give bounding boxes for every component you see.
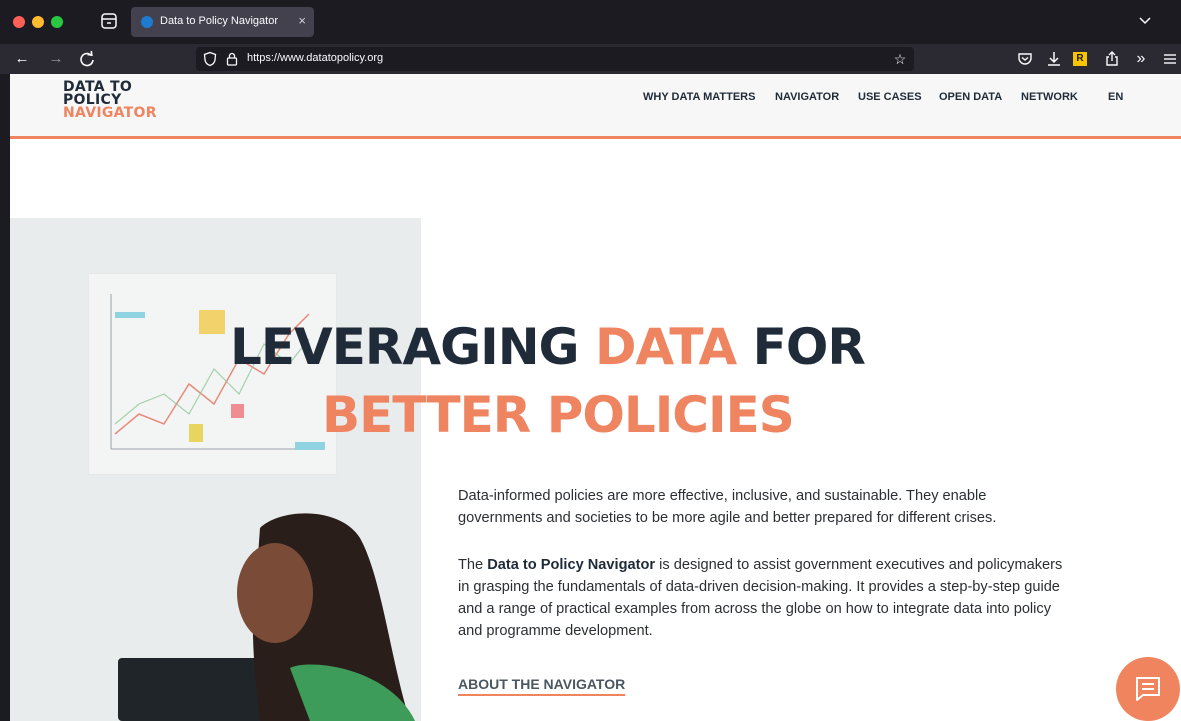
reload-icon[interactable] [77, 49, 97, 69]
browser-tab-bar: Data to Policy Navigator × [0, 0, 1181, 44]
hero-headline-line-1: LEVERAGING DATA FOR [230, 318, 1181, 376]
browser-nav-bar: ← → https://www.datatopolicy.org ☆ R » [0, 44, 1181, 74]
hero-headline-line-2: BETTER POLICIES [322, 386, 795, 444]
woman-illustration [118, 513, 415, 721]
close-tab-button[interactable]: × [298, 13, 306, 29]
active-tab[interactable]: Data to Policy Navigator × [131, 7, 314, 37]
un-favicon-icon [141, 16, 153, 28]
share-icon[interactable] [1102, 49, 1122, 69]
menu-icon[interactable] [1160, 49, 1180, 69]
maximize-window-button[interactable] [51, 16, 63, 28]
site-header: DATA TO POLICY NAVIGATOR WHY DATA MATTER… [10, 74, 1181, 139]
desc-prefix: The [458, 557, 488, 573]
url-bar[interactable]: https://www.datatopolicy.org ☆ [196, 47, 914, 71]
web-page: DATA TO POLICY NAVIGATOR WHY DATA MATTER… [10, 74, 1181, 721]
nav-open-data[interactable]: OPEN DATA [939, 91, 1002, 103]
lock-icon[interactable] [224, 51, 240, 67]
desc-bold: Data to Policy Navigator [487, 557, 656, 573]
tab-title: Data to Policy Navigator [160, 15, 278, 27]
shield-icon[interactable] [202, 51, 218, 67]
chat-button[interactable] [1116, 657, 1180, 721]
tabs-overview-icon[interactable] [99, 11, 119, 31]
close-window-button[interactable] [13, 16, 25, 28]
pocket-icon[interactable] [1015, 49, 1035, 69]
site-logo[interactable]: DATA TO POLICY NAVIGATOR [63, 80, 157, 121]
headline-part-2: FOR [736, 318, 866, 376]
extension-r-icon[interactable]: R [1073, 52, 1087, 66]
url-text[interactable]: https://www.datatopolicy.org [247, 52, 383, 64]
hero-photo [10, 218, 421, 721]
forward-icon[interactable]: → [46, 49, 66, 69]
back-icon[interactable]: ← [12, 49, 32, 69]
download-icon[interactable] [1044, 49, 1064, 69]
star-icon[interactable]: ☆ [890, 49, 910, 69]
tab-list-icon[interactable] [1137, 12, 1153, 28]
headline-accent: DATA [595, 318, 737, 376]
about-the-navigator-link[interactable]: ABOUT THE NAVIGATOR [458, 676, 625, 692]
nav-network[interactable]: NETWORK [1021, 91, 1078, 103]
description-paragraph: The Data to Policy Navigator is designed… [458, 554, 1068, 642]
chat-icon [1136, 677, 1160, 701]
nav-why-data-matters[interactable]: WHY DATA MATTERS [643, 91, 755, 103]
nav-use-cases[interactable]: USE CASES [858, 91, 922, 103]
intro-paragraph: Data-informed policies are more effectiv… [458, 488, 997, 526]
headline-part-1: LEVERAGING [230, 318, 596, 376]
nav-navigator[interactable]: NAVIGATOR [775, 91, 839, 103]
minimize-window-button[interactable] [32, 16, 44, 28]
logo-line-3: NAVIGATOR [63, 105, 157, 121]
language-selector[interactable]: EN [1108, 91, 1123, 103]
overflow-icon[interactable]: » [1131, 49, 1151, 69]
